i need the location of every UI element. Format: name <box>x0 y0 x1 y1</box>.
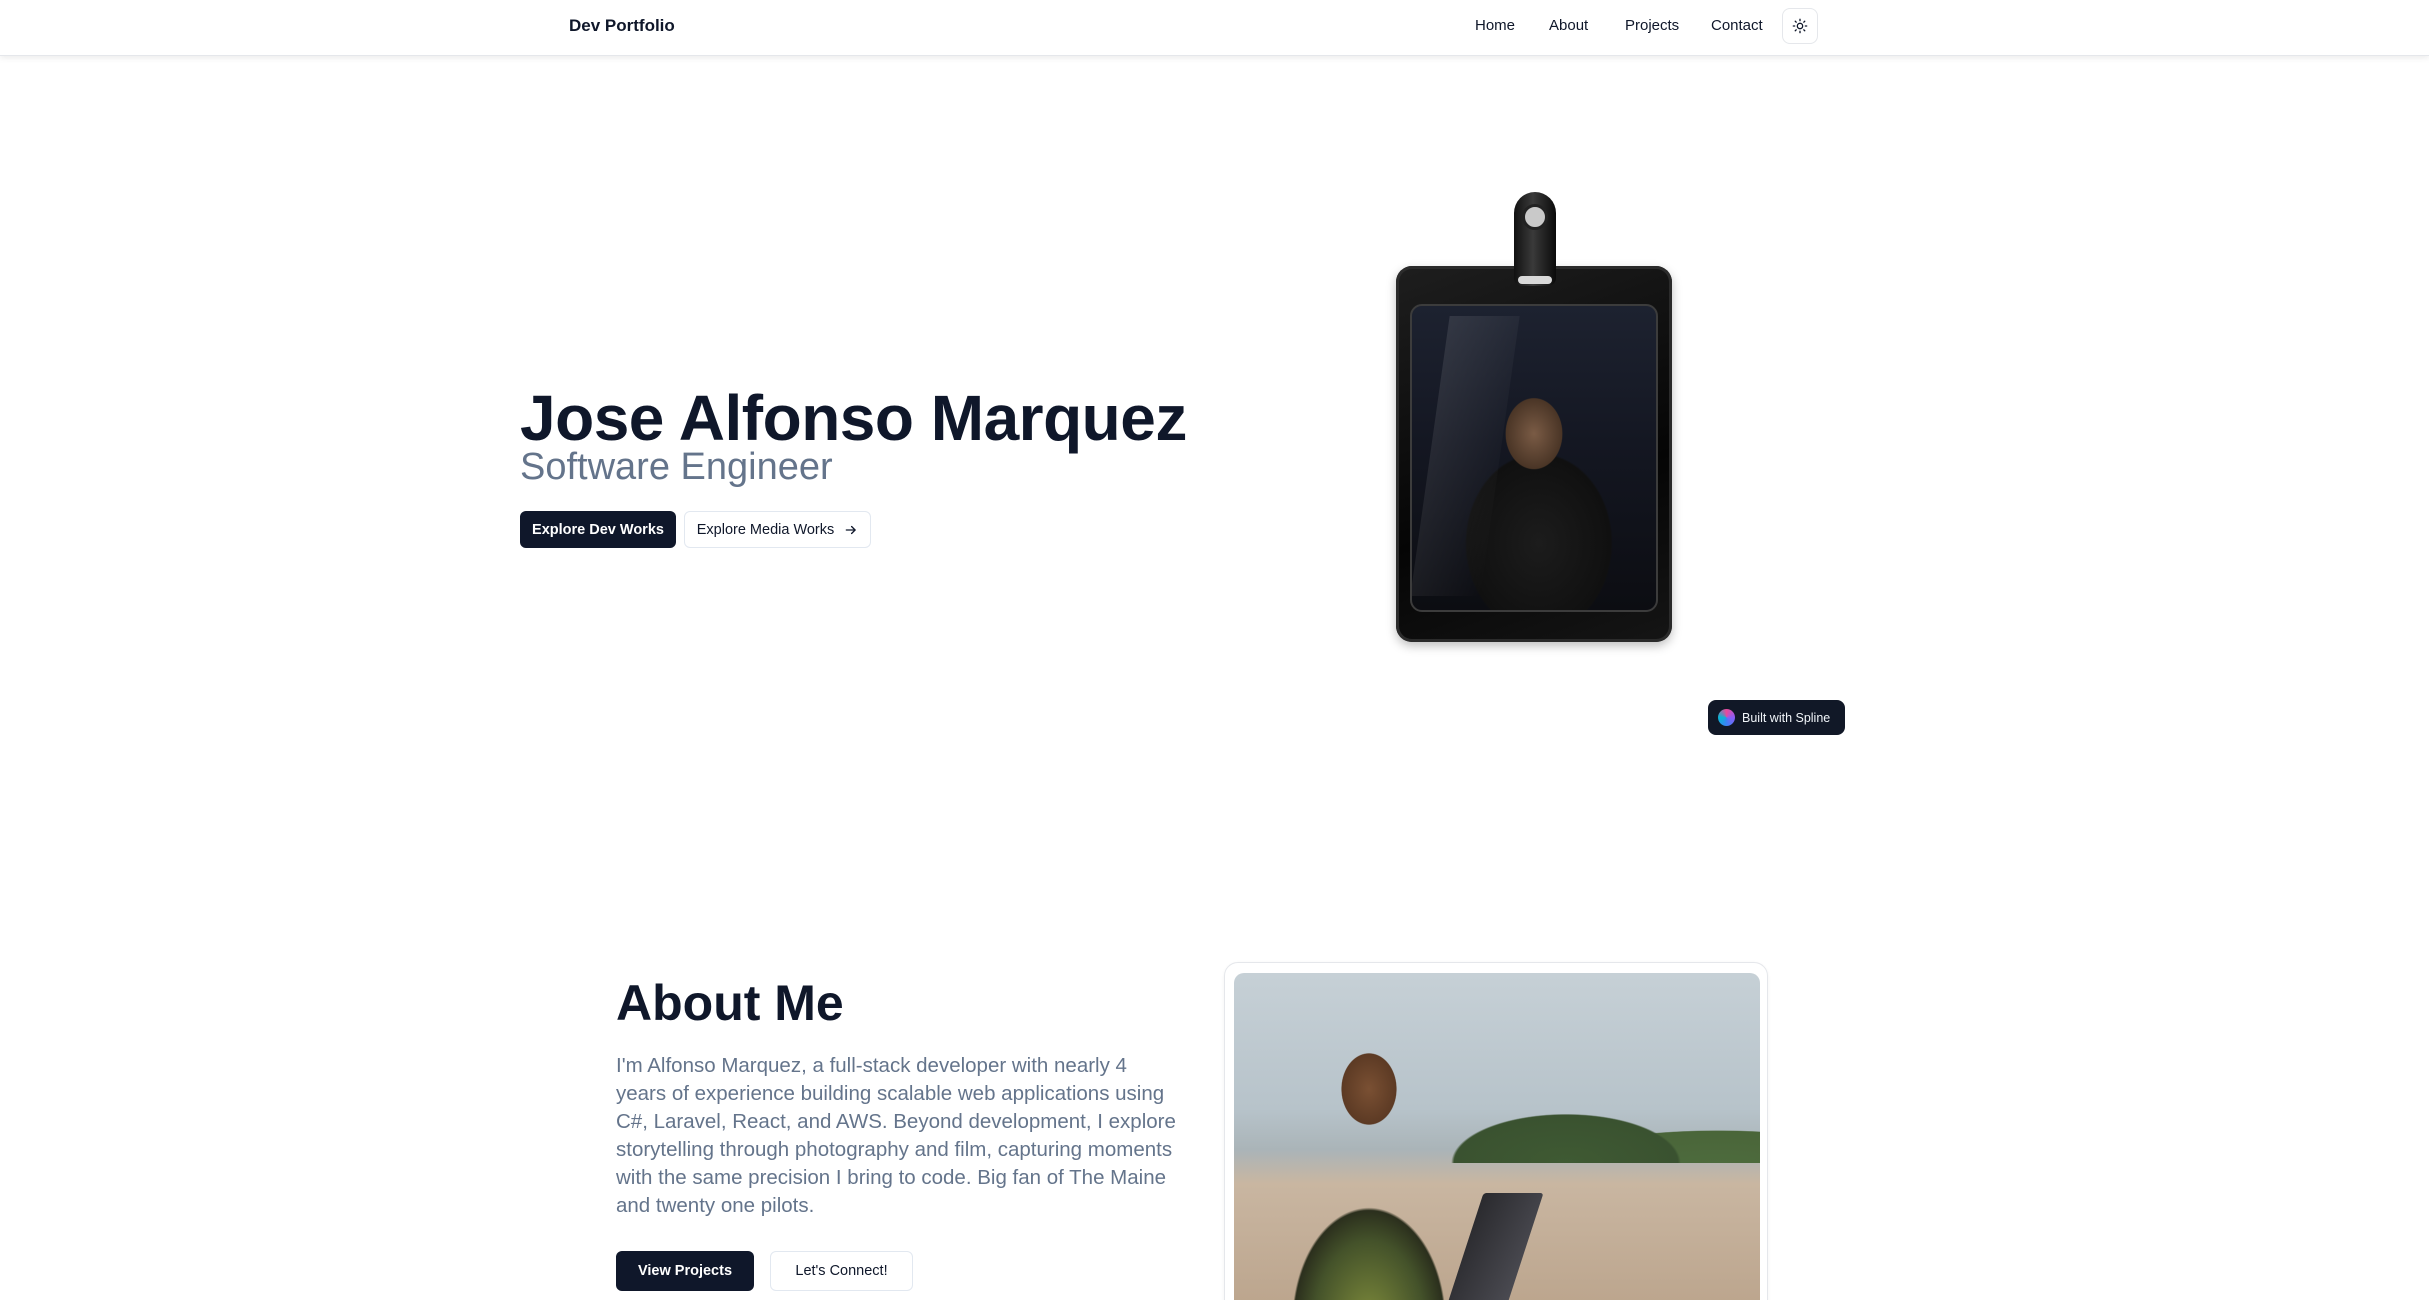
nav-link-contact[interactable]: Contact <box>1711 14 1763 38</box>
theme-toggle-button[interactable] <box>1782 8 1818 44</box>
explore-dev-works-button[interactable]: Explore Dev Works <box>520 511 676 548</box>
explore-media-works-button[interactable]: Explore Media Works <box>684 511 871 548</box>
lets-connect-button[interactable]: Let's Connect! <box>770 1251 913 1291</box>
spline-badge-label: Built with Spline <box>1742 710 1831 725</box>
page: Dev Portfolio Home About Projects Contac… <box>0 0 2429 1300</box>
nav-links: Home About Projects Contact <box>0 14 2429 38</box>
view-projects-label: View Projects <box>637 1263 733 1279</box>
arrow-right-icon <box>845 525 856 534</box>
nav-link-about[interactable]: About <box>1549 14 1588 38</box>
nav-link-projects[interactable]: Projects <box>1625 14 1679 38</box>
about-text: I'm Alfonso Marquez, a full-stack develo… <box>616 1054 1176 1217</box>
sun-icon <box>1792 18 1808 34</box>
explore-dev-works-label: Explore Dev Works <box>532 521 664 538</box>
navbar: Dev Portfolio Home About Projects Contac… <box>0 0 2429 56</box>
badge-clip-slot <box>1518 276 1552 284</box>
spline-logo-icon <box>1718 709 1735 726</box>
photo-person <box>1264 1023 1474 1300</box>
lets-connect-label: Let's Connect! <box>795 1263 888 1279</box>
about-title: About Me <box>616 975 844 1031</box>
explore-media-works-label: Explore Media Works <box>696 521 835 538</box>
badge-clip-hole <box>1522 204 1548 230</box>
id-badge-3d[interactable] <box>1390 190 1680 650</box>
about-photo <box>1234 973 1760 1300</box>
nav-link-home[interactable]: Home <box>1475 14 1515 38</box>
hero-role: Software Engineer <box>520 446 833 488</box>
view-projects-button[interactable]: View Projects <box>616 1251 754 1291</box>
built-with-spline-badge[interactable]: Built with Spline <box>1708 700 1845 735</box>
badge-glare <box>1412 316 1520 596</box>
badge-photo <box>1410 304 1658 612</box>
